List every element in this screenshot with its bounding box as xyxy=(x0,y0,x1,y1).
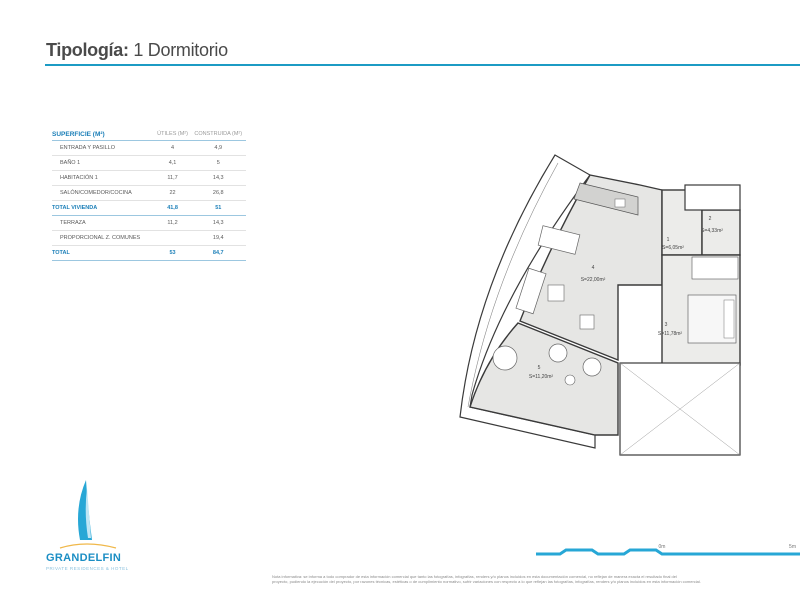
row-useful: 4 xyxy=(154,140,191,156)
armchair xyxy=(579,314,595,330)
row-label: TERRAZA xyxy=(52,215,155,231)
col-header-useful: ÚTILES (M²) xyxy=(154,128,191,141)
surface-table: SUPERFICIE (M²) ÚTILES (M²) CONSTRUIDA (… xyxy=(52,128,246,261)
table-row: ENTRADA Y PASILLO 4 4,9 xyxy=(52,140,246,156)
row-built: 19,4 xyxy=(190,230,246,246)
row-useful: 22 xyxy=(154,185,191,201)
table-row: HABITACIÓN 1 11,7 14,3 xyxy=(52,170,246,186)
room-3-number: 3 xyxy=(665,322,668,328)
scale-bar-wave xyxy=(536,548,800,556)
floor-plan: 1 S=6,05m² 2 S=4,33m² 3 S=11,78m² 4 S=22… xyxy=(459,154,741,456)
row-built: 14,3 xyxy=(190,170,246,186)
terrace-chair xyxy=(582,357,602,377)
row-useful: 41,8 xyxy=(154,200,191,216)
terrace-table xyxy=(492,345,518,371)
page-title-bold: Tipología: xyxy=(46,40,129,60)
row-built: 51 xyxy=(190,200,246,216)
row-built: 26,8 xyxy=(190,185,246,201)
room-2-number: 2 xyxy=(709,216,712,222)
terrace-chair xyxy=(548,343,568,363)
row-useful xyxy=(154,230,191,246)
coffee-table xyxy=(547,284,565,302)
surface-table-heading: SUPERFICIE (M²) xyxy=(52,128,155,141)
row-built: 14,3 xyxy=(190,215,246,231)
row-label: SALÓN/COMEDOR/COCINA xyxy=(52,185,155,201)
title-divider xyxy=(45,64,800,66)
kitchen-sink xyxy=(614,198,626,208)
row-useful: 11,7 xyxy=(154,170,191,186)
room-4-number: 4 xyxy=(592,265,595,271)
row-label: HABITACIÓN 1 xyxy=(52,170,155,186)
row-label: PROPORCIONAL Z. COMUNES xyxy=(52,230,155,246)
logo-wave xyxy=(59,543,117,549)
row-label: BAÑO 1 xyxy=(52,155,155,171)
row-label: TOTAL VIVIENDA xyxy=(52,200,155,216)
bathroom-wall-top xyxy=(684,184,741,211)
room-2-area: S=4,33m² xyxy=(701,228,723,234)
bed-pillow xyxy=(723,299,735,339)
room-5-number: 5 xyxy=(538,365,541,371)
wardrobe xyxy=(691,256,739,280)
room-1-area: S=6,05m² xyxy=(662,245,684,251)
row-label: ENTRADA Y PASILLO xyxy=(52,140,155,156)
row-built: 84,7 xyxy=(190,245,246,261)
terrace-side-table xyxy=(564,374,576,386)
scale-bar: 0m 5m xyxy=(536,544,800,556)
room-5-area: S=11,20m² xyxy=(529,374,554,380)
room-4-area: S=22,00m² xyxy=(581,277,606,283)
page-title-rest: 1 Dormitorio xyxy=(133,40,228,60)
scale-label-end: 5m xyxy=(789,544,796,550)
table-row: TERRAZA 11,2 14,3 xyxy=(52,215,246,231)
row-useful: 4,1 xyxy=(154,155,191,171)
room-3-area: S=11,78m² xyxy=(658,331,683,337)
row-useful: 11,2 xyxy=(154,215,191,231)
page-title: Tipología: 1 Dormitorio xyxy=(46,40,228,61)
footer-line-2: proyecto, pudiendo la ejecución del proy… xyxy=(272,579,701,584)
surface-table-header: SUPERFICIE (M²) ÚTILES (M²) CONSTRUIDA (… xyxy=(52,128,246,141)
scale-label-mid: 0m xyxy=(659,544,666,550)
row-label: TOTAL xyxy=(52,245,155,261)
brand-tagline: PRIVATE RESIDENCES & HOTEL xyxy=(46,566,129,571)
footer-disclaimer: Nota informativa: se informa a todo comp… xyxy=(272,574,800,584)
row-useful: 53 xyxy=(154,245,191,261)
col-header-built: CONSTRUIDA (M²) xyxy=(190,128,246,141)
row-built: 5 xyxy=(190,155,246,171)
table-row: PROPORCIONAL Z. COMUNES 19,4 xyxy=(52,230,246,246)
table-row: BAÑO 1 4,1 5 xyxy=(52,155,246,171)
total-vivienda-row: TOTAL VIVIENDA 41,8 51 xyxy=(52,200,246,216)
room-1-number: 1 xyxy=(667,237,670,243)
row-built: 4,9 xyxy=(190,140,246,156)
table-row: SALÓN/COMEDOR/COCINA 22 26,8 xyxy=(52,185,246,201)
brand-name: GRANDELFIN xyxy=(46,552,122,564)
total-row: TOTAL 53 84,7 xyxy=(52,245,246,261)
